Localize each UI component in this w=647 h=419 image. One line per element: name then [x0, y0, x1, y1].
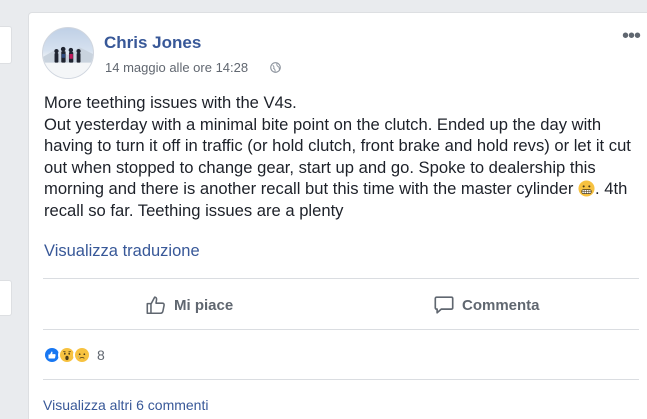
post-card: Chris Jones 14 maggio alle ore 14:28 •••…: [28, 12, 647, 419]
author-name[interactable]: Chris Jones: [104, 33, 201, 53]
thumbs-up-icon: [146, 296, 165, 315]
globe-icon: [270, 62, 281, 73]
post-body-line: More teething issues with the V4s.: [44, 93, 297, 112]
comment-label: Commenta: [462, 296, 540, 314]
divider: [43, 329, 639, 330]
translate-link[interactable]: Visualizza traduzione: [44, 242, 200, 261]
post-body-text: Out yesterday with a minimal bite point …: [44, 114, 631, 199]
like-label: Mi piace: [174, 296, 234, 314]
sad-reaction-icon: [73, 346, 91, 364]
grimacing-face-icon: [578, 180, 595, 197]
view-more-comments-link[interactable]: Visualizza altri 6 commenti: [43, 397, 208, 413]
post-body: More teething issues with the V4s. Out y…: [44, 92, 644, 221]
post-timestamp[interactable]: 14 maggio alle ore 14:28: [105, 60, 248, 75]
more-options-icon[interactable]: •••: [622, 26, 641, 46]
comment-icon: [434, 296, 454, 314]
divider: [43, 278, 639, 279]
divider: [43, 379, 639, 380]
reactions-summary[interactable]: 8: [43, 345, 105, 365]
left-panel-stub: [0, 280, 12, 316]
comment-button[interactable]: Commenta: [433, 292, 540, 318]
like-button[interactable]: Mi piace: [145, 292, 233, 318]
avatar[interactable]: [42, 27, 94, 79]
post-body-paragraph: Out yesterday with a minimal bite point …: [44, 114, 644, 222]
reaction-count: 8: [97, 347, 105, 363]
left-panel-stub: [0, 26, 12, 64]
